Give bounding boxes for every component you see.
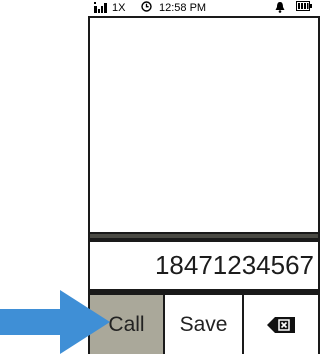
status-bar: 1X 12:58 PM: [88, 0, 320, 16]
softkey-bar: Call Save: [88, 293, 320, 354]
backspace-button[interactable]: [244, 295, 318, 354]
clock-icon: [141, 1, 152, 12]
backspace-icon: [267, 317, 295, 333]
divider: [90, 234, 318, 238]
battery-icon: [296, 1, 312, 11]
signal-icon: [94, 2, 107, 13]
dialed-number-field[interactable]: 18471234567: [90, 242, 318, 289]
pointer-arrow-icon: [0, 290, 110, 354]
phone-screen: 1X 12:58 PM 18471234567 Call Save: [88, 0, 320, 354]
status-time: 12:58 PM: [159, 2, 207, 14]
dialer-display-area: [90, 18, 318, 232]
screenshot: 1X 12:58 PM 18471234567 Call Save: [0, 0, 323, 354]
network-type: 1X: [112, 2, 126, 14]
save-button[interactable]: Save: [165, 295, 242, 354]
ringer-icon: [275, 2, 285, 13]
